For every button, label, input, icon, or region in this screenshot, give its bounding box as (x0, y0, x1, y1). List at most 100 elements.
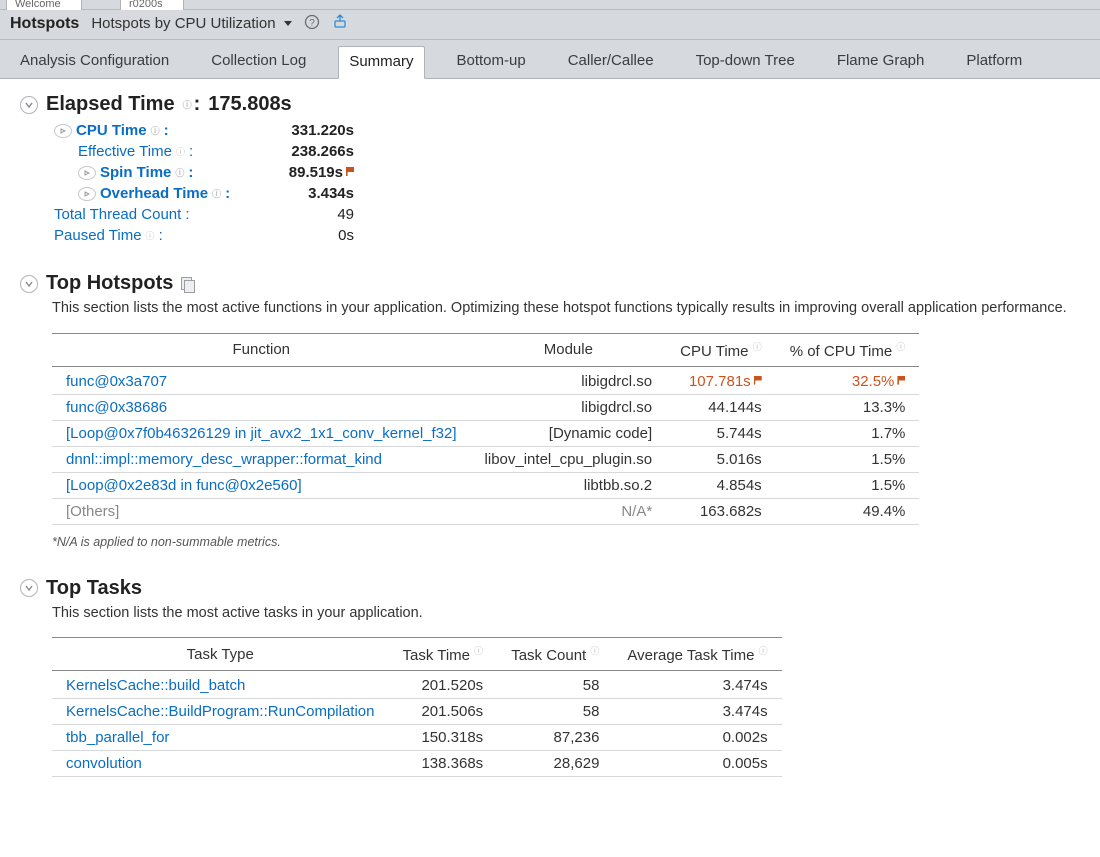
flag-icon (346, 167, 354, 176)
pct-cpu-time-cell: 49.4% (776, 498, 920, 524)
metric-label[interactable]: Spin Time (100, 164, 171, 181)
info-icon[interactable]: ⓘ (176, 145, 185, 158)
pct-cpu-time-cell: 13.3% (776, 394, 920, 420)
info-icon[interactable]: ⓘ (759, 646, 768, 656)
tab-top-down-tree[interactable]: Top-down Tree (686, 46, 805, 78)
function-cell[interactable]: dnnl::impl::memory_desc_wrapper::format_… (52, 446, 471, 472)
tab-caller-callee[interactable]: Caller/Callee (558, 46, 664, 78)
cpu-time-cell: 107.781s (666, 366, 776, 394)
table-row: dnnl::impl::memory_desc_wrapper::format_… (52, 446, 919, 472)
cpu-time-cell: 5.744s (666, 420, 776, 446)
function-cell: [Others] (52, 498, 471, 524)
info-icon[interactable]: ⓘ (183, 98, 192, 111)
function-cell[interactable]: func@0x3a707 (52, 366, 471, 394)
module-cell: libtbb.so.2 (471, 472, 667, 498)
avg-task-time-cell: 3.474s (613, 699, 781, 725)
tab-summary[interactable]: Summary (338, 46, 424, 79)
toolbar: Hotspots Hotspots by CPU Utilization ? (0, 10, 1100, 40)
task-type-cell[interactable]: KernelsCache::BuildProgram::RunCompilati… (52, 699, 388, 725)
chevron-down-icon[interactable] (20, 96, 38, 114)
svg-text:?: ? (309, 18, 315, 29)
task-count-cell: 87,236 (497, 725, 613, 751)
col-avg-task-time: Average Task Time ⓘ (613, 638, 781, 671)
metric-value: 238.266s (254, 143, 354, 160)
tab-bottom-up[interactable]: Bottom-up (447, 46, 536, 78)
metric-label[interactable]: Effective Time (78, 143, 172, 160)
col-module: Module (471, 333, 667, 366)
avg-task-time-cell: 3.474s (613, 671, 781, 699)
task-count-cell: 28,629 (497, 751, 613, 777)
copy-icon[interactable] (181, 277, 195, 291)
pct-cpu-time-cell: 1.5% (776, 472, 920, 498)
metric-label[interactable]: Overhead Time (100, 185, 208, 202)
info-icon[interactable]: ⓘ (151, 124, 160, 137)
top-hotspots-desc: This section lists the most active funct… (52, 299, 1090, 319)
tab-flame-graph[interactable]: Flame Graph (827, 46, 935, 78)
metric-row-label: Spin Time ⓘ: (54, 164, 254, 181)
tasks-table: Task Type Task Time ⓘ Task Count ⓘ Avera… (52, 637, 782, 777)
function-cell[interactable]: func@0x38686 (52, 394, 471, 420)
chevron-right-icon[interactable] (54, 124, 72, 138)
tab-platform[interactable]: Platform (956, 46, 1032, 78)
top-tasks-title: Top Tasks (46, 577, 142, 600)
pct-cpu-time-cell: 1.7% (776, 420, 920, 446)
info-icon[interactable]: ⓘ (175, 166, 184, 179)
module-cell: [Dynamic code] (471, 420, 667, 446)
doc-tab-result[interactable]: r0200s (120, 0, 184, 10)
flag-icon (897, 376, 905, 385)
metric-value: 331.220s (254, 122, 354, 139)
metric-label[interactable]: CPU Time (76, 122, 147, 139)
hotspots-footnote: *N/A is applied to non-summable metrics. (52, 535, 1090, 549)
task-type-cell[interactable]: convolution (52, 751, 388, 777)
info-icon[interactable]: ⓘ (212, 187, 221, 200)
table-row: func@0x38686libigdrcl.so44.144s13.3% (52, 394, 919, 420)
metric-value: 89.519s (254, 164, 354, 181)
doc-tab-welcome[interactable]: Welcome (6, 0, 82, 10)
function-cell[interactable]: [Loop@0x2e83d in func@0x2e560] (52, 472, 471, 498)
task-type-cell[interactable]: KernelsCache::build_batch (52, 671, 388, 699)
elapsed-time-value: 175.808s (208, 93, 291, 116)
chevron-right-icon[interactable] (78, 166, 96, 180)
info-icon[interactable]: ⓘ (753, 342, 762, 352)
metric-label[interactable]: Paused Time (54, 227, 142, 244)
elapsed-time-label: Elapsed Time (46, 93, 175, 116)
tab-collection-log[interactable]: Collection Log (201, 46, 316, 78)
info-icon[interactable]: ⓘ (896, 342, 905, 352)
col-function: Function (52, 333, 471, 366)
metric-label[interactable]: Total Thread Count (54, 206, 181, 223)
module-cell: libigdrcl.so (471, 366, 667, 394)
chevron-right-icon[interactable] (78, 187, 96, 201)
info-icon[interactable]: ⓘ (474, 646, 483, 656)
module-cell: libov_intel_cpu_plugin.so (471, 446, 667, 472)
table-row: [Others]N/A*163.682s49.4% (52, 498, 919, 524)
table-row: KernelsCache::BuildProgram::RunCompilati… (52, 699, 782, 725)
export-icon[interactable] (332, 14, 348, 33)
chevron-down-icon[interactable] (20, 275, 38, 293)
table-row: tbb_parallel_for150.318s87,2360.002s (52, 725, 782, 751)
info-icon[interactable]: ⓘ (146, 229, 155, 242)
task-time-cell: 201.506s (388, 699, 497, 725)
view-tabs: Analysis Configuration Collection Log Summ… (0, 40, 1100, 79)
table-row: convolution138.368s28,6290.005s (52, 751, 782, 777)
viewpoint-dropdown[interactable]: Hotspots by CPU Utilization (91, 15, 291, 32)
tab-analysis-configuration[interactable]: Analysis Configuration (10, 46, 179, 78)
col-task-type: Task Type (52, 638, 388, 671)
task-type-cell[interactable]: tbb_parallel_for (52, 725, 388, 751)
metric-row-label: Total Thread Count: (54, 206, 254, 223)
help-icon[interactable]: ? (304, 14, 320, 33)
viewpoint-label: Hotspots by CPU Utilization (91, 15, 275, 32)
cpu-time-cell: 4.854s (666, 472, 776, 498)
metric-value: 3.434s (254, 185, 354, 202)
task-time-cell: 138.368s (388, 751, 497, 777)
top-tasks-desc: This section lists the most active tasks… (52, 604, 1090, 624)
chevron-down-icon[interactable] (20, 579, 38, 597)
col-task-count: Task Count ⓘ (497, 638, 613, 671)
cpu-time-cell: 163.682s (666, 498, 776, 524)
info-icon[interactable]: ⓘ (590, 646, 599, 656)
function-cell[interactable]: [Loop@0x7f0b46326129 in jit_avx2_1x1_con… (52, 420, 471, 446)
content: Elapsed Time ⓘ : 175.808s CPU Time ⓘ:331… (0, 79, 1100, 825)
task-time-cell: 150.318s (388, 725, 497, 751)
module-cell: libigdrcl.so (471, 394, 667, 420)
flag-icon (754, 376, 762, 385)
table-row: func@0x3a707libigdrcl.so107.781s32.5% (52, 366, 919, 394)
